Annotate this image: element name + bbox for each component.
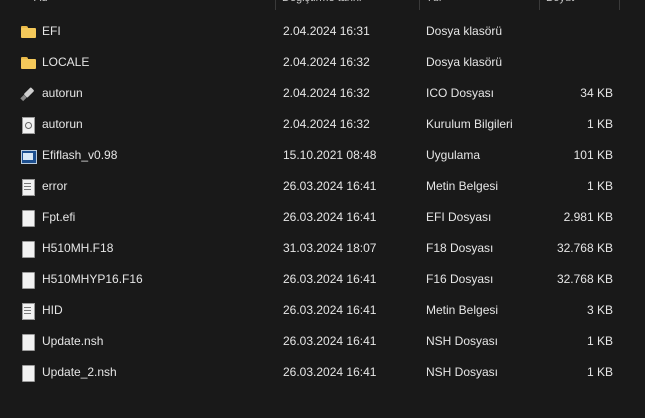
file-size: 1 KB [586, 334, 613, 348]
app-icon [20, 148, 37, 164]
column-header-type[interactable]: Tür [420, 0, 540, 10]
file-date: 2.04.2024 16:32 [283, 117, 370, 131]
column-header-size[interactable]: Boyut [540, 0, 620, 10]
file-size [540, 47, 613, 78]
file-type: Metin Belgesi [426, 179, 499, 193]
file-list: EFI 2.04.2024 16:31 Dosya klasörü LOCALE… [0, 16, 645, 388]
file-name: error [42, 179, 68, 193]
file-size: 1 KB [586, 117, 613, 131]
settings-icon [20, 116, 36, 134]
file-row[interactable]: H510MH.F18 31.03.2024 18:07 F18 Dosyası … [0, 233, 645, 264]
file-name: Efiflash_v0.98 [42, 148, 118, 162]
file-size: 32.768 KB [556, 241, 613, 255]
column-header-name[interactable]: Ad [0, 0, 276, 10]
file-type: Dosya klasörü [426, 55, 503, 69]
file-name: Update.nsh [42, 334, 104, 348]
file-type: NSH Dosyası [426, 334, 499, 348]
file-row[interactable]: H510MHYP16.F16 26.03.2024 16:41 F16 Dosy… [0, 264, 645, 295]
file-date: 26.03.2024 16:41 [283, 210, 377, 224]
text-icon [20, 302, 36, 320]
file-row[interactable]: EFI 2.04.2024 16:31 Dosya klasörü [0, 16, 645, 47]
file-date: 2.04.2024 16:32 [283, 86, 370, 100]
file-name: Fpt.efi [42, 210, 76, 224]
file-name: H510MH.F18 [42, 241, 114, 255]
file-row[interactable]: LOCALE 2.04.2024 16:32 Dosya klasörü [0, 47, 645, 78]
folder-icon [20, 24, 36, 40]
file-explorer-list: Ad Değiştirme tarihi Tür Boyut EFI 2.04.… [0, 0, 645, 418]
file-row[interactable]: HID 26.03.2024 16:41 Metin Belgesi 3 KB [0, 295, 645, 326]
file-name: EFI [42, 24, 61, 38]
file-name: LOCALE [42, 55, 90, 69]
doc-icon [20, 209, 36, 227]
file-date: 26.03.2024 16:41 [283, 303, 377, 317]
file-size: 101 KB [573, 148, 613, 162]
file-row[interactable]: Update.nsh 26.03.2024 16:41 NSH Dosyası … [0, 326, 645, 357]
file-type: Uygulama [426, 148, 481, 162]
file-size [540, 16, 613, 47]
file-row[interactable]: Efiflash_v0.98 15.10.2021 08:48 Uygulama… [0, 140, 645, 171]
file-date: 2.04.2024 16:32 [283, 55, 370, 69]
text-icon [20, 178, 36, 196]
file-type: F18 Dosyası [426, 241, 494, 255]
file-date: 31.03.2024 18:07 [283, 241, 377, 255]
file-type: NSH Dosyası [426, 365, 499, 379]
file-type: Metin Belgesi [426, 303, 499, 317]
file-type: Kurulum Bilgileri [426, 117, 513, 131]
file-name: H510MHYP16.F16 [42, 272, 143, 286]
file-name: Update_2.nsh [42, 365, 117, 379]
doc-icon [20, 240, 36, 258]
file-size: 1 KB [586, 365, 613, 379]
file-date: 26.03.2024 16:41 [283, 179, 377, 193]
file-type: EFI Dosyası [426, 210, 492, 224]
file-date: 15.10.2021 08:48 [283, 148, 377, 162]
file-type: ICO Dosyası [426, 86, 495, 100]
file-type: Dosya klasörü [426, 24, 503, 38]
file-name: autorun [42, 117, 83, 131]
column-header-date[interactable]: Değiştirme tarihi [276, 0, 420, 10]
file-size: 1 KB [586, 179, 613, 193]
file-size: 2.981 KB [563, 210, 613, 224]
file-date: 26.03.2024 16:41 [283, 365, 377, 379]
file-name: HID [42, 303, 63, 317]
doc-icon [20, 333, 36, 351]
file-date: 26.03.2024 16:41 [283, 334, 377, 348]
doc-icon [20, 364, 36, 382]
file-date: 2.04.2024 16:31 [283, 24, 370, 38]
file-row[interactable]: autorun 2.04.2024 16:32 ICO Dosyası 34 K… [0, 78, 645, 109]
usb-icon [20, 86, 36, 102]
file-row[interactable]: Fpt.efi 26.03.2024 16:41 EFI Dosyası 2.9… [0, 202, 645, 233]
file-size: 32.768 KB [556, 272, 613, 286]
file-name: autorun [42, 86, 83, 100]
column-header-row: Ad Değiştirme tarihi Tür Boyut [0, 0, 645, 10]
file-row[interactable]: error 26.03.2024 16:41 Metin Belgesi 1 K… [0, 171, 645, 202]
file-type: F16 Dosyası [426, 272, 494, 286]
file-row[interactable]: Update_2.nsh 26.03.2024 16:41 NSH Dosyas… [0, 357, 645, 388]
file-size: 34 KB [580, 86, 613, 100]
doc-icon [20, 271, 36, 289]
file-date: 26.03.2024 16:41 [283, 272, 377, 286]
file-row[interactable]: autorun 2.04.2024 16:32 Kurulum Bilgiler… [0, 109, 645, 140]
folder-icon [20, 55, 36, 71]
file-size: 3 KB [586, 303, 613, 317]
